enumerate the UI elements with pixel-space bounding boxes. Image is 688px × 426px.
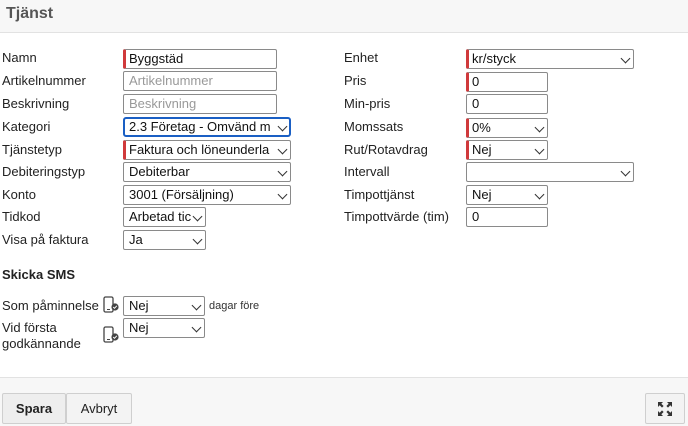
unit-select[interactable]: kr/styck <box>466 49 634 69</box>
unit-select-value: kr/styck <box>472 51 517 66</box>
hourly-value-label: Timpottvärde (tim) <box>344 209 449 224</box>
name-input[interactable]: Byggstäd <box>123 49 277 69</box>
article-number-placeholder: Artikelnummer <box>129 73 213 88</box>
description-placeholder: Beskrivning <box>129 96 197 111</box>
hourly-value-input-value: 0 <box>472 209 480 224</box>
category-select-value: 2.3 Företag - Omvänd m <box>129 119 271 134</box>
time-code-select-value: Arbetad tic <box>129 209 192 224</box>
hourly-service-select-value: Nej <box>472 187 492 202</box>
chevron-down-icon <box>277 121 288 132</box>
chevron-down-icon <box>620 53 631 64</box>
show-on-invoice-select-value: Ja <box>129 232 143 247</box>
debit-type-select[interactable]: Debiterbar <box>123 162 291 182</box>
rut-rot-label: Rut/Rotavdrag <box>344 142 428 157</box>
name-label: Namn <box>2 50 37 65</box>
first-approval-label-line2: godkännande <box>2 336 81 351</box>
article-number-label: Artikelnummer <box>2 73 86 88</box>
service-type-label: Tjänstetyp <box>2 142 62 157</box>
rut-rot-select[interactable]: Nej <box>466 140 548 160</box>
interval-label: Intervall <box>344 164 390 179</box>
chevron-down-icon <box>534 189 545 200</box>
name-input-value: Byggstäd <box>129 51 184 66</box>
first-approval-select-value: Nej <box>129 320 149 335</box>
hourly-service-select[interactable]: Nej <box>466 185 548 205</box>
first-approval-label-line1: Vid första <box>2 320 57 335</box>
vat-label: Momssats <box>344 119 404 134</box>
category-label: Kategori <box>2 119 51 134</box>
min-price-input-value: 0 <box>472 96 480 111</box>
service-type-select-value: Faktura och löneunderla <box>129 142 270 157</box>
reminder-select[interactable]: Nej <box>123 296 205 316</box>
hourly-value-input[interactable]: 0 <box>466 207 548 227</box>
chevron-down-icon <box>620 166 631 177</box>
price-input[interactable]: 0 <box>466 72 548 92</box>
vat-select-value: 0% <box>472 120 491 135</box>
vat-select[interactable]: 0% <box>466 118 548 138</box>
chevron-down-icon <box>534 144 545 155</box>
category-select[interactable]: 2.3 Företag - Omvänd m <box>123 117 291 137</box>
description-input[interactable]: Beskrivning <box>123 94 277 114</box>
save-button[interactable]: Spara <box>2 393 66 424</box>
price-input-value: 0 <box>472 74 480 89</box>
price-label: Pris <box>344 73 367 88</box>
dialog-title: Tjänst <box>6 5 54 22</box>
chevron-down-icon <box>534 122 545 133</box>
description-label: Beskrivning <box>2 96 70 111</box>
unit-label: Enhet <box>344 50 378 65</box>
expand-button[interactable] <box>645 393 685 424</box>
debit-type-select-value: Debiterbar <box>129 164 190 179</box>
show-on-invoice-label: Visa på faktura <box>2 232 89 247</box>
account-label: Konto <box>2 187 36 202</box>
show-on-invoice-select[interactable]: Ja <box>123 230 206 250</box>
min-price-input[interactable]: 0 <box>466 94 548 114</box>
min-price-label: Min-pris <box>344 96 391 111</box>
sms-phone-icon <box>103 326 119 343</box>
chevron-down-icon <box>277 144 288 155</box>
account-select-value: 3001 (Försäljning) <box>129 187 234 202</box>
expand-icon <box>658 401 672 416</box>
time-code-label: Tidkod <box>2 209 41 224</box>
debit-type-label: Debiteringstyp <box>2 164 86 179</box>
hourly-service-label: Timpottjänst <box>344 187 415 202</box>
chevron-down-icon <box>191 300 202 311</box>
account-select[interactable]: 3001 (Försäljning) <box>123 185 291 205</box>
reminder-label: Som påminnelse <box>2 298 99 313</box>
sms-section-title: Skicka SMS <box>2 267 75 282</box>
article-number-input[interactable]: Artikelnummer <box>123 71 277 91</box>
time-code-select[interactable]: Arbetad tic <box>123 207 206 227</box>
reminder-select-value: Nej <box>129 298 149 313</box>
rut-rot-select-value: Nej <box>472 142 492 157</box>
interval-select[interactable] <box>466 162 634 182</box>
reminder-suffix: dagar före <box>209 300 260 312</box>
service-type-select[interactable]: Faktura och löneunderla <box>123 140 291 160</box>
chevron-down-icon <box>192 234 203 245</box>
dialog-header: Tjänst <box>0 0 688 33</box>
dialog-footer: Spara Avbryt <box>0 377 688 426</box>
cancel-button[interactable]: Avbryt <box>66 393 132 424</box>
first-approval-select[interactable]: Nej <box>123 318 205 338</box>
chevron-down-icon <box>191 322 202 333</box>
chevron-down-icon <box>277 189 288 200</box>
chevron-down-icon <box>277 166 288 177</box>
sms-phone-icon <box>103 296 119 313</box>
chevron-down-icon <box>192 211 203 222</box>
